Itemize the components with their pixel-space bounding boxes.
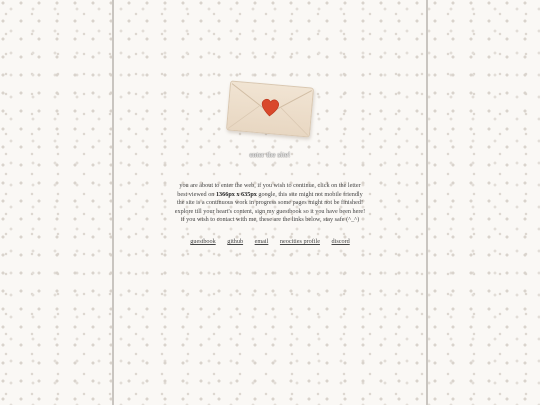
guestbook-link[interactable]: guestbook xyxy=(190,238,215,245)
neocities-profile-link[interactable]: neocities profile xyxy=(280,238,320,245)
contact-links: guestbook github email neocities profile… xyxy=(114,238,426,245)
message-line-3: the site is a continuous work in progres… xyxy=(176,199,364,207)
message-line-1: you are about to enter the web, if you w… xyxy=(179,182,361,189)
enter-site-link[interactable]: enter the site! xyxy=(114,151,426,159)
main-content: enter the site! you are about to enter t… xyxy=(114,0,426,405)
email-link[interactable]: email xyxy=(255,238,269,245)
heart-seal-icon xyxy=(261,98,280,117)
message-line-2: best viewed on 1366px x 635px google, th… xyxy=(114,191,426,200)
envelope-icon[interactable] xyxy=(225,80,315,138)
message-line-4: explore till your heart's content, sign … xyxy=(174,207,366,215)
resolution-suffix: google, this site might not mobile frien… xyxy=(258,190,363,198)
resolution-prefix: best viewed on xyxy=(177,190,215,198)
github-link[interactable]: github xyxy=(227,238,243,245)
page-right-border xyxy=(426,0,428,405)
resolution-value: 1366px x 635px xyxy=(215,190,257,198)
discord-link[interactable]: discord xyxy=(332,238,350,245)
envelope-flap-lines xyxy=(227,83,313,136)
message-line-5: if you wish to contact with me, these ar… xyxy=(180,216,360,224)
intro-message: you are about to enter the web, if you w… xyxy=(114,182,426,225)
